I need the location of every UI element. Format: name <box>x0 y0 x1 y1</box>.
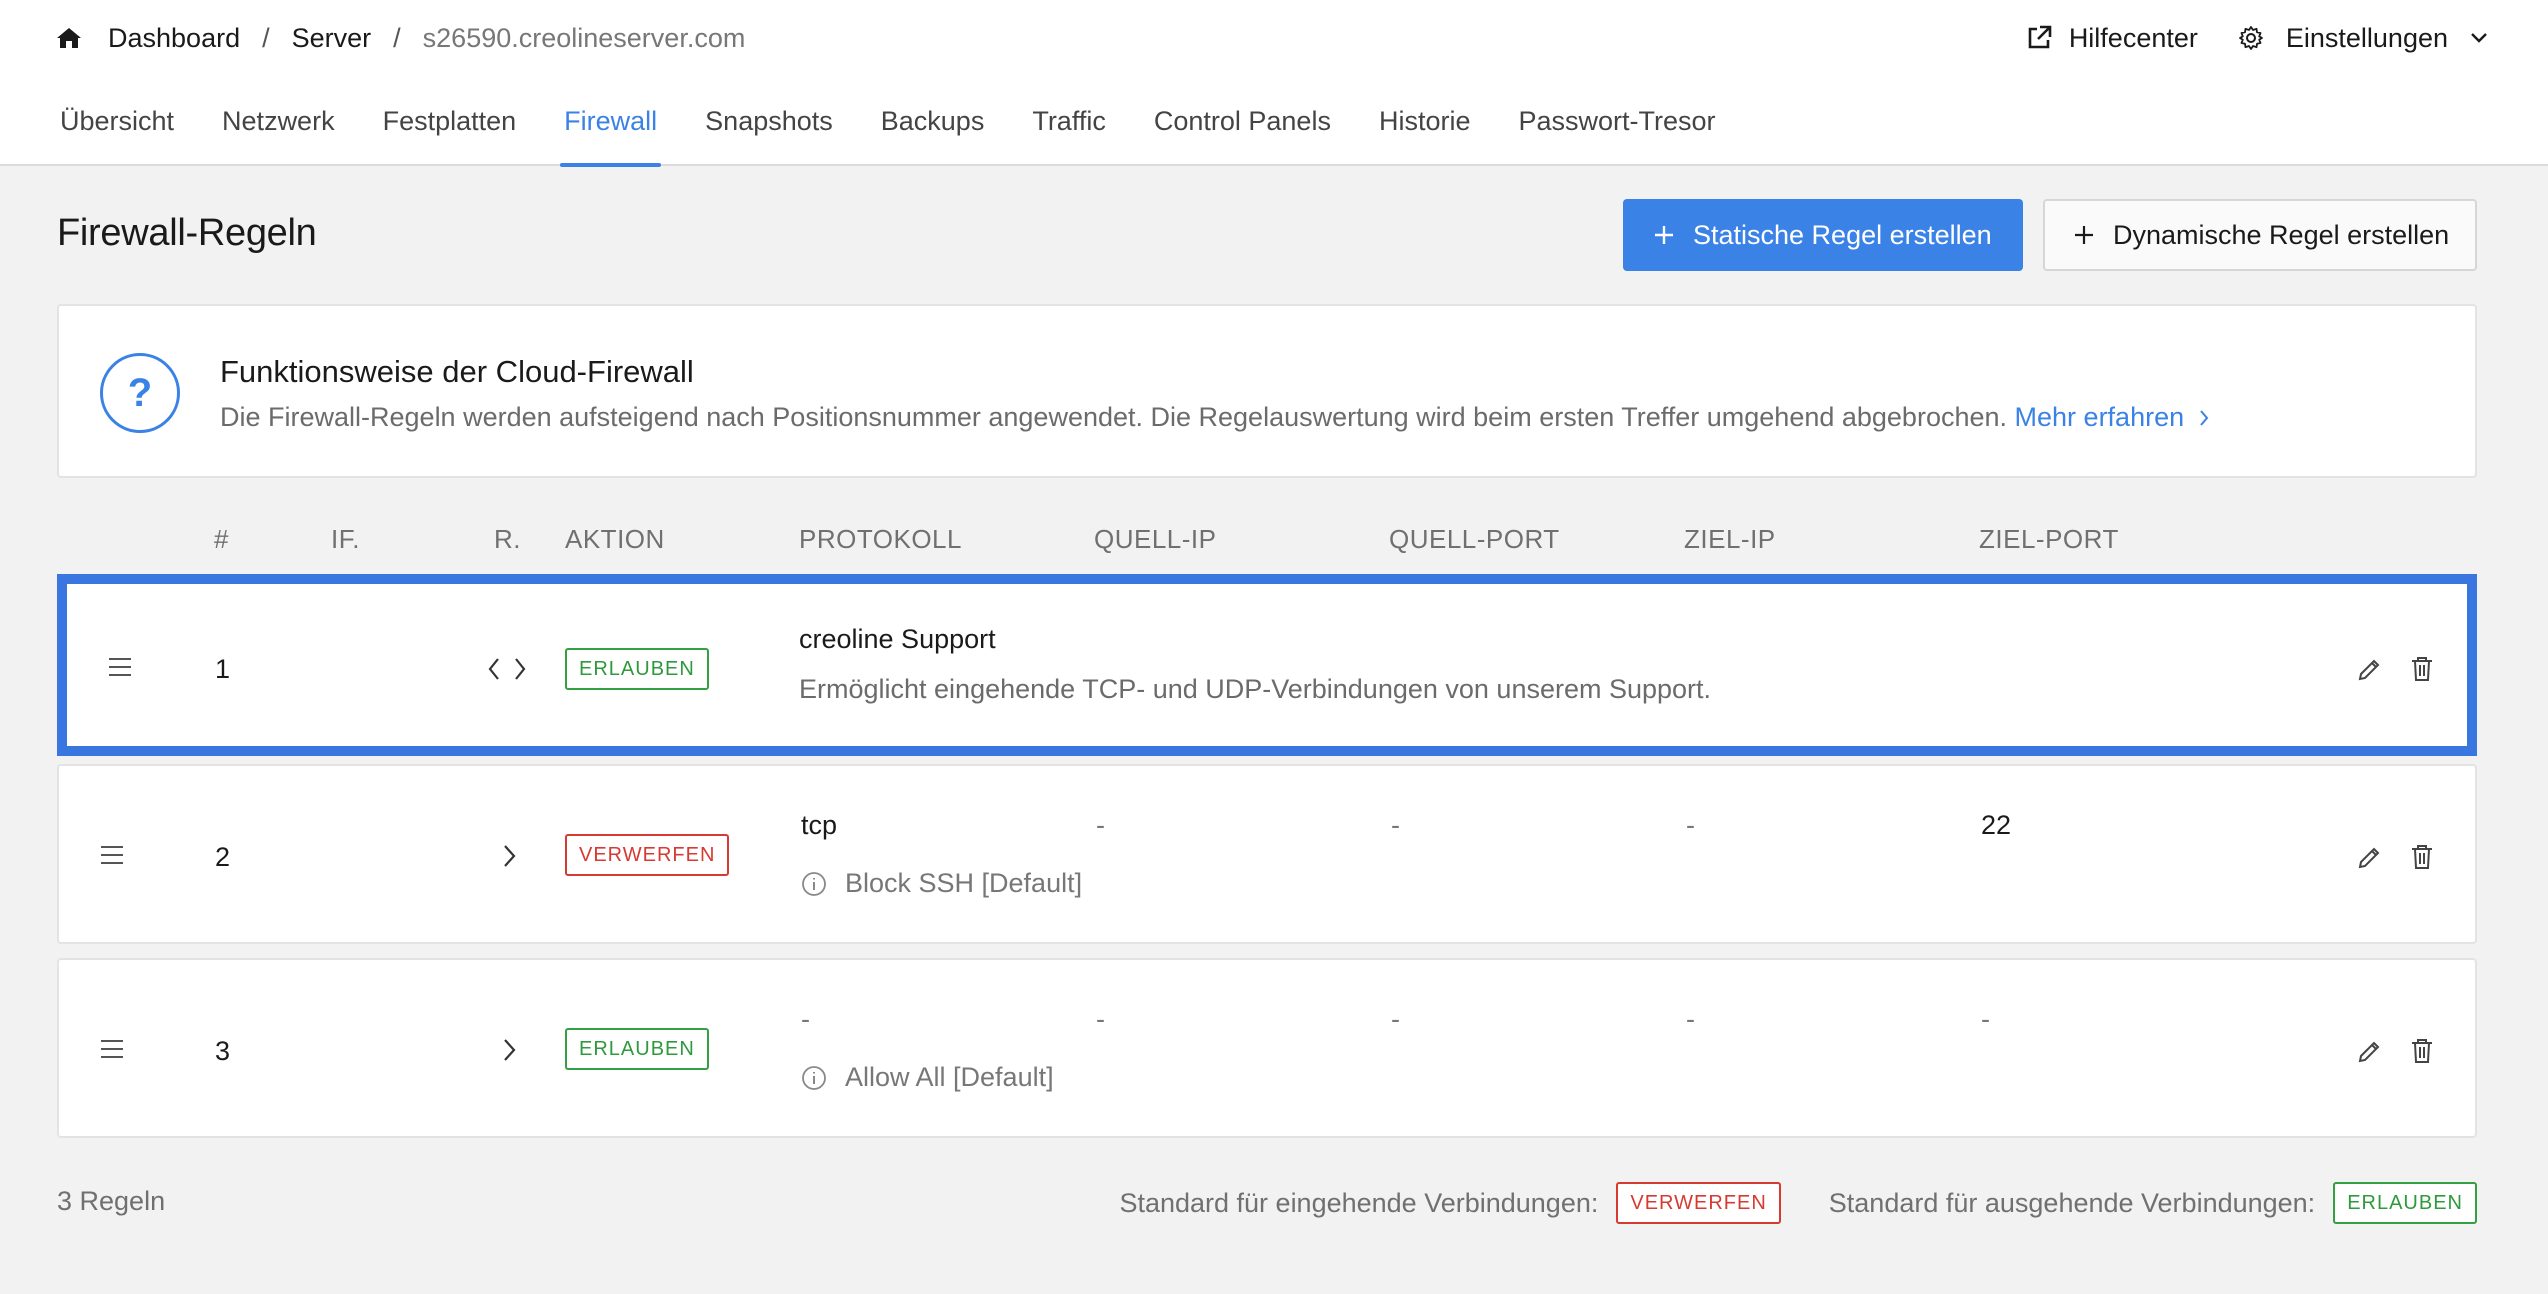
rule-count: 3 Regeln <box>57 1186 166 1216</box>
table-row[interactable]: 1 ERLAUBEN creoline Support Ermöglicht e… <box>57 574 2477 756</box>
tab-snapshots[interactable]: Snapshots <box>705 104 833 166</box>
breadcrumb: Dashboard / Server / s26590.creolineserv… <box>56 18 745 58</box>
help-center-link[interactable]: Hilfecenter <box>2025 23 2198 54</box>
tab-firewall[interactable]: Firewall <box>560 104 662 167</box>
delete-trash-icon[interactable] <box>2407 842 2437 872</box>
tab-control-panels[interactable]: Control Panels <box>1154 104 1331 166</box>
rule-note-text: Block SSH [Default] <box>845 868 1083 898</box>
settings-menu[interactable]: Einstellungen <box>2238 23 2488 54</box>
question-icon: ? <box>100 353 180 433</box>
rule-dest-port: 22 <box>1981 810 2012 840</box>
tab-traffic[interactable]: Traffic <box>1032 104 1106 166</box>
rule-note: Allow All [Default] <box>801 1062 1054 1093</box>
rule-position: 3 <box>215 1036 231 1066</box>
create-dynamic-rule-label: Dynamische Regel erstellen <box>2113 219 2450 250</box>
rule-source-port: - <box>1391 1004 1400 1034</box>
help-center-label: Hilfecenter <box>2068 22 2198 53</box>
column-protocol: PROTOKOLL <box>799 524 962 554</box>
table-header: # IF. R. AKTION PROTOKOLL QUELL-IP QUELL… <box>57 520 2477 560</box>
breadcrumb-separator: / <box>393 22 401 53</box>
top-right-actions: Hilfecenter Einstellungen <box>2025 18 2488 58</box>
column-source-port: QUELL-PORT <box>1389 524 1560 554</box>
column-dest-port: ZIEL-PORT <box>1979 524 2119 554</box>
plus-icon <box>2073 224 2095 246</box>
settings-label: Einstellungen <box>2285 22 2448 53</box>
outbound-default-label: Standard für ausgehende Verbindungen: <box>1828 1187 2316 1218</box>
external-link-icon <box>2025 24 2053 52</box>
create-static-rule-button[interactable]: Statische Regel erstellen <box>1623 199 2023 271</box>
chevron-down-icon <box>2470 32 2488 44</box>
info-text: Die Firewall-Regeln werden aufsteigend n… <box>220 402 2210 433</box>
action-badge-allow: ERLAUBEN <box>565 648 709 690</box>
info-title: Funktionsweise der Cloud-Firewall <box>220 354 694 389</box>
page-title: Firewall-Regeln <box>57 212 317 254</box>
chevron-right-icon <box>504 845 516 867</box>
drag-handle-icon[interactable] <box>107 656 133 678</box>
rule-description: Ermöglicht eingehende TCP- und UDP-Verbi… <box>799 674 1712 704</box>
column-position: # <box>214 524 229 554</box>
default-policies: Standard für eingehende Verbindungen: VE… <box>1119 1181 2477 1225</box>
rule-dest-ip: - <box>1686 810 1695 840</box>
rule-dest-ip: - <box>1686 1004 1695 1034</box>
column-interface: IF. <box>331 524 360 554</box>
breadcrumb-current-host: s26590.creolineserver.com <box>422 22 746 53</box>
rule-position: 2 <box>215 842 231 872</box>
learn-more-label: Mehr erfahren <box>2014 402 2185 432</box>
drag-handle-icon[interactable] <box>99 1038 125 1060</box>
rule-source-ip: - <box>1096 810 1105 840</box>
tab-overview[interactable]: Übersicht <box>60 104 174 166</box>
table-row[interactable]: 2 VERWERFEN tcp - - - 22 Block SSH [Defa… <box>57 764 2477 944</box>
table-row[interactable]: 3 ERLAUBEN - - - - - Allow All [Default] <box>57 958 2477 1138</box>
tab-disks[interactable]: Festplatten <box>383 104 517 166</box>
create-dynamic-rule-button[interactable]: Dynamische Regel erstellen <box>2043 199 2477 271</box>
rule-position: 1 <box>215 654 231 684</box>
bidirectional-arrows-icon <box>488 658 526 680</box>
delete-trash-icon[interactable] <box>2407 654 2437 684</box>
firewall-info-card: ? Funktionsweise der Cloud-Firewall Die … <box>57 304 2477 478</box>
rule-note-text: Allow All [Default] <box>845 1062 1054 1092</box>
rule-source-ip: - <box>1096 1004 1105 1034</box>
column-dest-ip: ZIEL-IP <box>1684 524 1776 554</box>
home-icon[interactable] <box>56 25 82 51</box>
column-source-ip: QUELL-IP <box>1094 524 1217 554</box>
learn-more-link[interactable]: Mehr erfahren <box>2015 402 2210 432</box>
edit-pencil-icon[interactable] <box>2355 1036 2385 1066</box>
action-badge-drop: VERWERFEN <box>565 834 730 876</box>
chevron-right-icon <box>2199 410 2208 426</box>
tab-network[interactable]: Netzwerk <box>222 104 335 166</box>
rule-dest-port: - <box>1981 1004 1990 1034</box>
gear-icon <box>2238 25 2264 51</box>
edit-pencil-icon[interactable] <box>2355 842 2385 872</box>
inbound-default-badge: VERWERFEN <box>1616 1182 1781 1224</box>
delete-trash-icon[interactable] <box>2407 1036 2437 1066</box>
rule-protocol: - <box>801 1004 810 1034</box>
rule-protocol: tcp <box>801 810 838 840</box>
top-bar: Dashboard / Server / s26590.creolineserv… <box>0 0 2548 167</box>
tab-backups[interactable]: Backups <box>881 104 985 166</box>
column-action: AKTION <box>565 524 665 554</box>
rule-title: creoline Support <box>799 624 996 654</box>
info-circle-icon <box>801 871 827 897</box>
rule-source-port: - <box>1391 810 1400 840</box>
edit-pencil-icon[interactable] <box>2355 654 2385 684</box>
drag-handle-icon[interactable] <box>99 844 125 866</box>
plus-icon <box>1653 224 1675 246</box>
breadcrumb-separator: / <box>262 22 270 53</box>
outbound-default-badge: ERLAUBEN <box>2333 1182 2477 1224</box>
column-direction: R. <box>494 524 521 554</box>
info-description: Die Firewall-Regeln werden aufsteigend n… <box>220 402 2008 432</box>
tab-password-vault[interactable]: Passwort-Tresor <box>1518 104 1715 166</box>
create-static-rule-label: Statische Regel erstellen <box>1693 219 1992 250</box>
action-badge-allow: ERLAUBEN <box>565 1028 709 1070</box>
tab-history[interactable]: Historie <box>1379 104 1471 166</box>
info-circle-icon <box>801 1065 827 1091</box>
tab-bar: Übersicht Netzwerk Festplatten Firewall … <box>60 104 1764 167</box>
inbound-default-label: Standard für eingehende Verbindungen: <box>1119 1187 1599 1218</box>
chevron-right-icon <box>504 1039 516 1061</box>
breadcrumb-server[interactable]: Server <box>292 23 372 54</box>
breadcrumb-dashboard[interactable]: Dashboard <box>108 23 240 54</box>
rule-note: Block SSH [Default] <box>801 868 1082 899</box>
